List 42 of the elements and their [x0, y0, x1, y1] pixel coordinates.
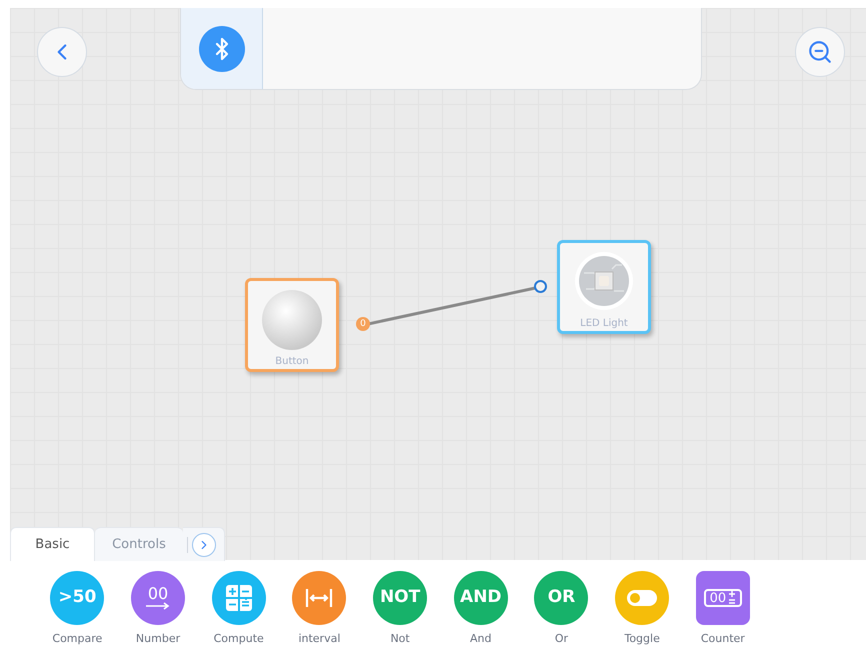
block-glyph: AND	[460, 586, 502, 610]
block-label: interval	[298, 633, 340, 644]
block-button[interactable]: AND	[454, 571, 508, 625]
node-label: Button	[275, 357, 309, 367]
zoom-out-button[interactable]	[795, 27, 845, 77]
block-button[interactable]: NOT	[373, 571, 428, 625]
block-label: Compare	[52, 633, 102, 644]
output-port[interactable]: 0	[356, 317, 370, 331]
bluetooth-icon	[198, 26, 244, 72]
block-label: Counter	[700, 633, 745, 644]
block-label: Or	[554, 633, 568, 644]
back-button[interactable]	[37, 27, 87, 77]
arrow-icon	[145, 602, 172, 610]
button-knob-icon	[261, 289, 323, 351]
node-card[interactable]: LED Light	[557, 240, 651, 334]
block-label: Not	[390, 633, 410, 644]
block-label: Number	[136, 633, 180, 644]
category-tab[interactable]: Basic	[10, 527, 95, 561]
zoom-out-icon	[807, 39, 833, 65]
toggle-icon	[627, 590, 658, 606]
block-button[interactable]: >50	[50, 571, 104, 625]
block-button[interactable]: 00	[696, 571, 750, 625]
input-port[interactable]	[534, 280, 547, 293]
interval-icon	[305, 587, 334, 609]
led-chip-icon	[574, 251, 634, 311]
block-glyph: >50	[58, 586, 96, 610]
node-label: LED Light	[580, 319, 628, 329]
block-button[interactable]: 00	[131, 571, 186, 625]
node-card[interactable]: Button	[245, 278, 339, 372]
block-label: And	[470, 633, 492, 644]
block-label: Toggle	[624, 633, 660, 644]
block-button[interactable]: OR	[534, 571, 588, 625]
plus-minus-icon	[728, 591, 736, 605]
category-tab[interactable]: Controls	[95, 527, 183, 561]
block-glyph: 00	[710, 592, 726, 604]
block-label: Compute	[214, 633, 264, 644]
device-slot[interactable]	[181, 8, 263, 89]
block-glyph: NOT	[380, 586, 420, 610]
block-glyph: 00	[148, 586, 168, 602]
calculator-icon	[224, 584, 253, 612]
next-tab-button[interactable]	[192, 532, 216, 556]
block-glyph: OR	[548, 586, 576, 610]
